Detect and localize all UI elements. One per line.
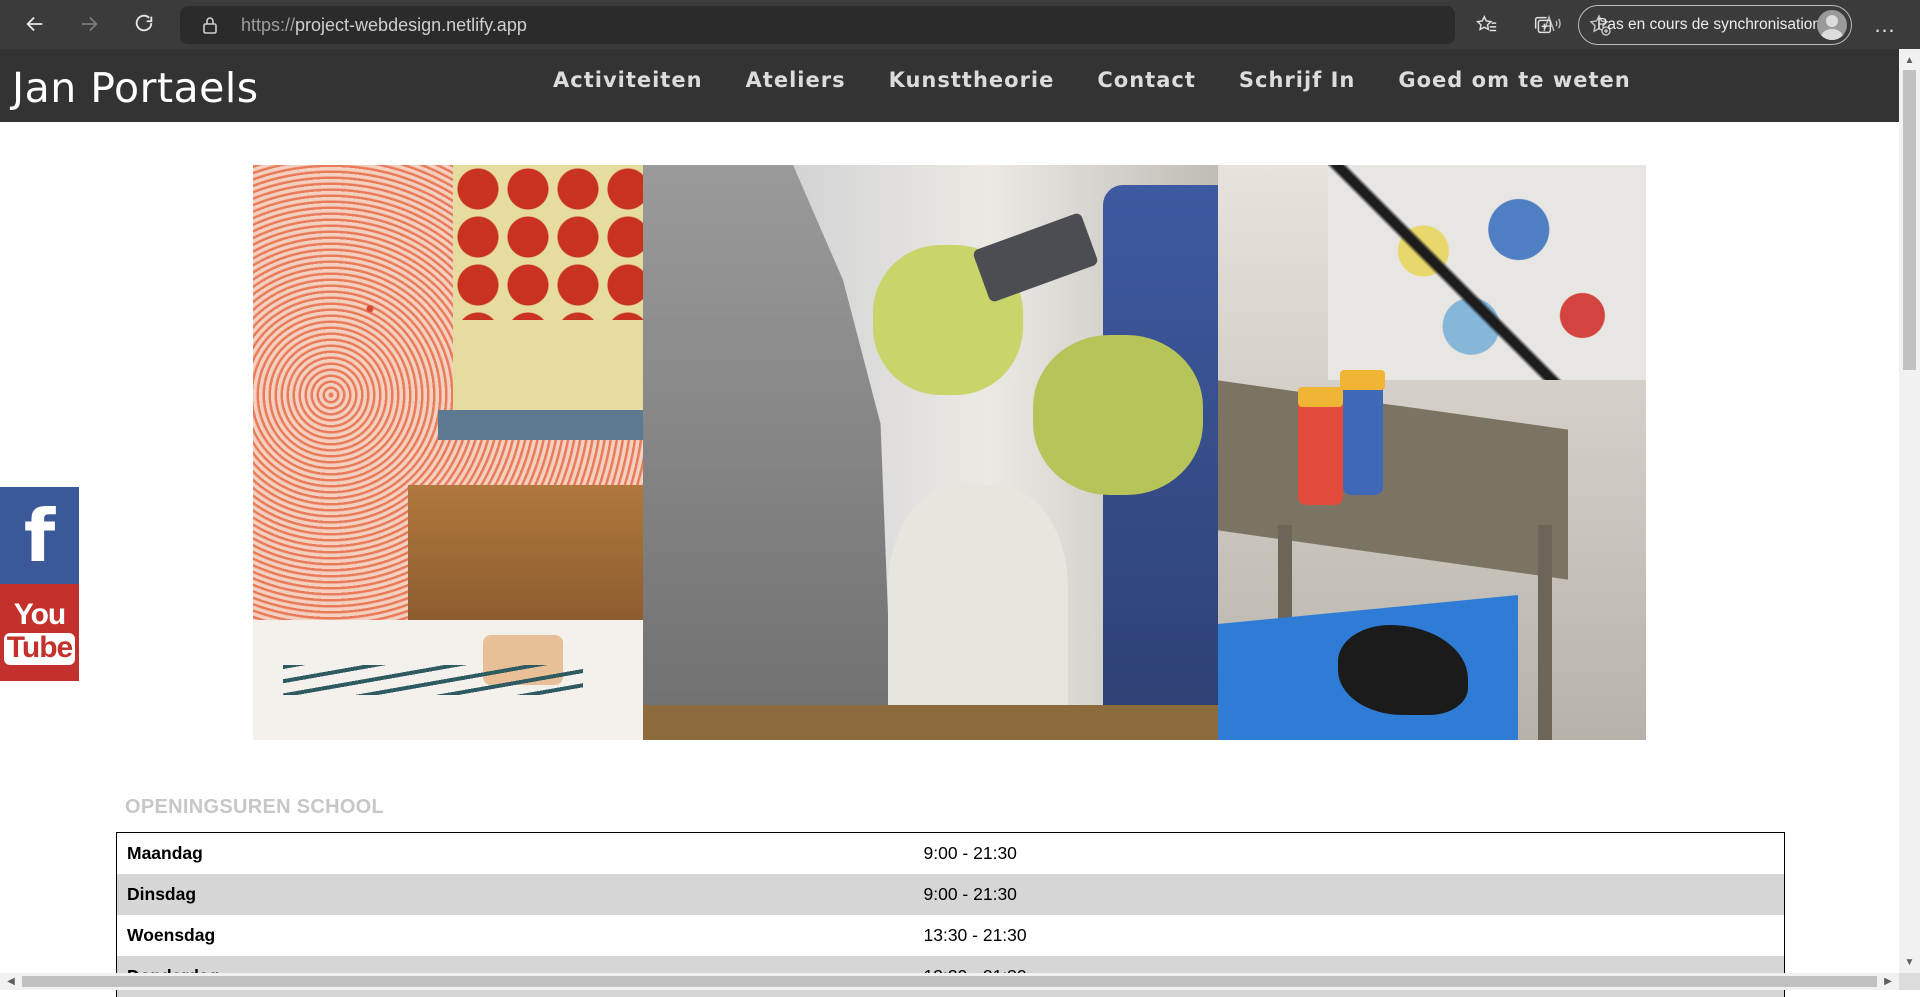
site-logo[interactable]: Jan Portaels	[12, 64, 259, 112]
time-cell: 9:00 - 21:30	[923, 842, 1017, 863]
forward-button[interactable]	[71, 6, 107, 42]
favorites-star-icon	[1476, 15, 1497, 32]
table-row: Dinsdag 9:00 - 21:30	[116, 873, 1785, 915]
paint-table-image	[1218, 165, 1646, 740]
day-cell: Woensdag	[127, 924, 216, 945]
nav-activiteiten[interactable]: Activiteiten	[553, 68, 703, 92]
address-bar[interactable]: https://project-webdesign.netlify.app	[180, 6, 1611, 44]
youtube-icon-you: You	[13, 598, 66, 631]
favorites-button[interactable]	[1469, 7, 1505, 43]
url-text: https://project-webdesign.netlify.app	[241, 15, 527, 35]
site-header: Jan Portaels Activiteiten Ateliers Kunst…	[0, 49, 1899, 122]
nav-kunsttheorie[interactable]: Kunsttheorie	[889, 68, 1055, 92]
scroll-right-icon[interactable]: ▶	[1879, 973, 1897, 990]
social-sidebar: f You Tube	[0, 487, 79, 681]
day-cell: Maandag	[127, 842, 203, 863]
nav-contact[interactable]: Contact	[1097, 68, 1196, 92]
day-cell: Dinsdag	[127, 883, 197, 904]
opening-hours-title: OPENINGSUREN SCHOOL	[125, 796, 385, 818]
profile-sync-button[interactable]: Pas en cours de synchronisation	[1578, 5, 1852, 45]
vertical-scrollbar[interactable]: ▲ ▼	[1899, 49, 1920, 973]
scroll-left-icon[interactable]: ◀	[2, 973, 20, 990]
arrow-left-icon	[26, 16, 43, 32]
facebook-icon: f	[23, 493, 56, 578]
main-nav: Activiteiten Ateliers Kunsttheorie Conta…	[553, 68, 1674, 92]
vertical-scroll-thumb[interactable]	[1903, 70, 1916, 370]
scrollbar-corner	[1899, 973, 1920, 990]
nav-schrijf-in[interactable]: Schrijf In	[1239, 68, 1356, 92]
back-button[interactable]	[17, 6, 53, 42]
opening-hours-table: Maandag 9:00 - 21:30 Dinsdag 9:00 - 21:3…	[116, 832, 1785, 997]
time-cell: 13:30 - 21:30	[923, 924, 1027, 945]
table-row: Maandag 9:00 - 21:30	[117, 833, 1785, 874]
table-row: Woensdag 13:30 - 21:30	[117, 915, 1785, 956]
sync-status-label: Pas en cours de synchronisation	[1597, 16, 1822, 33]
nav-goed-om-te-weten[interactable]: Goed om te weten	[1398, 68, 1630, 92]
horizontal-scrollbar[interactable]: ◀ ▶	[0, 973, 1899, 990]
collections-icon	[1534, 16, 1552, 34]
avatar-icon	[1817, 10, 1847, 40]
scroll-down-icon[interactable]: ▼	[1899, 953, 1920, 971]
scroll-up-icon[interactable]: ▲	[1899, 51, 1920, 69]
horizontal-scroll-thumb[interactable]	[22, 976, 1877, 987]
nav-ateliers[interactable]: Ateliers	[746, 68, 846, 92]
ellipsis-icon: …	[1873, 12, 1897, 37]
collections-button[interactable]	[1525, 7, 1561, 43]
more-menu-button[interactable]: …	[1867, 7, 1903, 43]
arrow-right-icon	[81, 16, 98, 32]
youtube-button[interactable]: You Tube	[0, 584, 79, 681]
reload-button[interactable]	[126, 6, 162, 42]
reload-icon	[135, 14, 153, 32]
lock-icon	[202, 16, 218, 39]
time-cell: 9:00 - 21:30	[923, 883, 1017, 904]
facebook-button[interactable]: f	[0, 487, 79, 584]
painting-studio-image	[253, 165, 643, 740]
hero-image-collage	[253, 165, 1646, 740]
youtube-icon-tube: Tube	[3, 633, 76, 665]
browser-toolbar: https://project-webdesign.netlify.app Pa…	[0, 0, 1920, 49]
stone-carving-image	[643, 165, 1218, 740]
